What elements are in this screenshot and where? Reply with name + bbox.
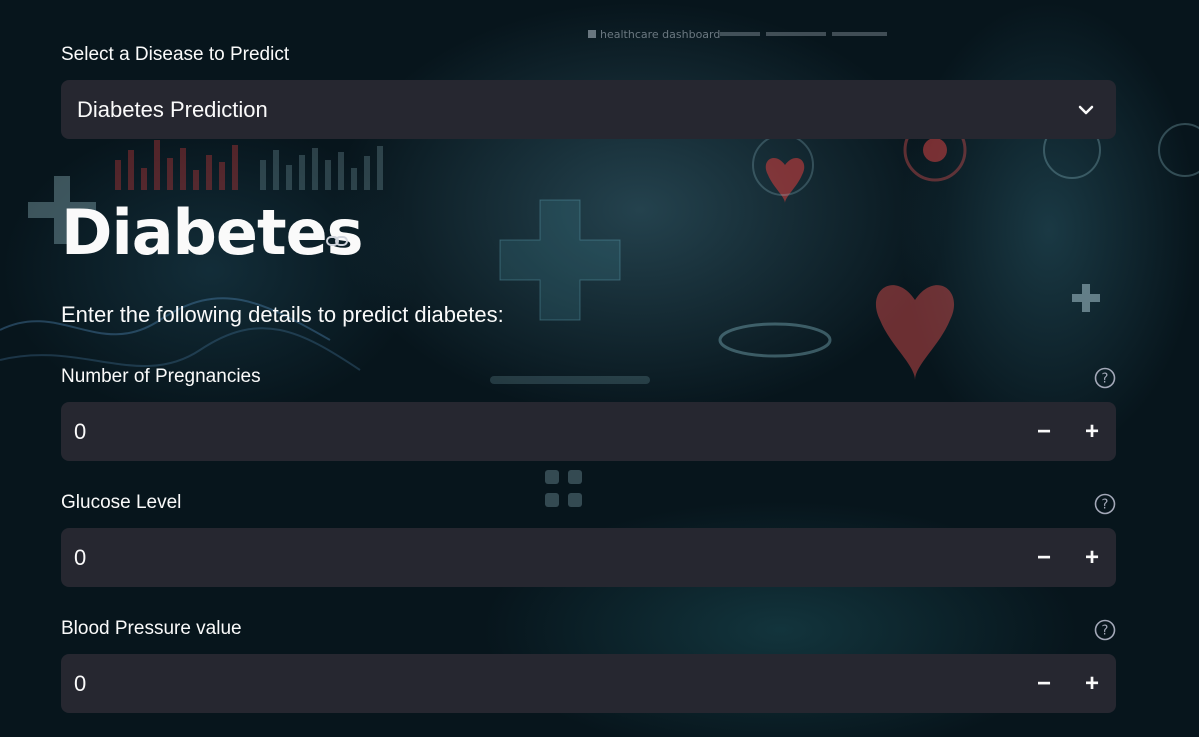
pregnancies-increment-button[interactable]: + <box>1074 414 1110 450</box>
page-title: Diabetes <box>61 196 364 269</box>
link-icon[interactable] <box>325 231 349 251</box>
glucose-decrement-button[interactable]: − <box>1026 540 1062 576</box>
blood-pressure-decrement-button[interactable]: − <box>1026 666 1062 702</box>
svg-text:?: ? <box>1102 624 1109 639</box>
blood-pressure-value[interactable]: 0 <box>74 671 86 697</box>
disease-select-value: Diabetes Prediction <box>77 96 268 122</box>
glucose-input[interactable]: 0 − + <box>61 528 1116 587</box>
help-circle-icon[interactable]: ? <box>1094 619 1116 641</box>
help-circle-icon[interactable]: ? <box>1094 493 1116 515</box>
pregnancies-decrement-button[interactable]: − <box>1026 414 1062 450</box>
page-description: Enter the following details to predict d… <box>61 302 504 327</box>
disease-select[interactable]: Diabetes Prediction <box>61 80 1116 139</box>
blood-pressure-increment-button[interactable]: + <box>1074 666 1110 702</box>
background-header-text: healthcare dashboard <box>600 28 720 41</box>
glucose-label: Glucose Level <box>61 492 182 513</box>
disease-select-label: Select a Disease to Predict <box>61 44 290 65</box>
help-circle-icon[interactable]: ? <box>1094 367 1116 389</box>
glucose-value[interactable]: 0 <box>74 545 86 571</box>
svg-text:?: ? <box>1102 372 1109 387</box>
glucose-increment-button[interactable]: + <box>1074 540 1110 576</box>
blood-pressure-label: Blood Pressure value <box>61 618 242 639</box>
pregnancies-input[interactable]: 0 − + <box>61 402 1116 461</box>
pregnancies-label: Number of Pregnancies <box>61 366 261 387</box>
pregnancies-value[interactable]: 0 <box>74 419 86 445</box>
blood-pressure-input[interactable]: 0 − + <box>61 654 1116 713</box>
svg-text:?: ? <box>1102 498 1109 513</box>
chevron-down-icon <box>1078 105 1094 115</box>
